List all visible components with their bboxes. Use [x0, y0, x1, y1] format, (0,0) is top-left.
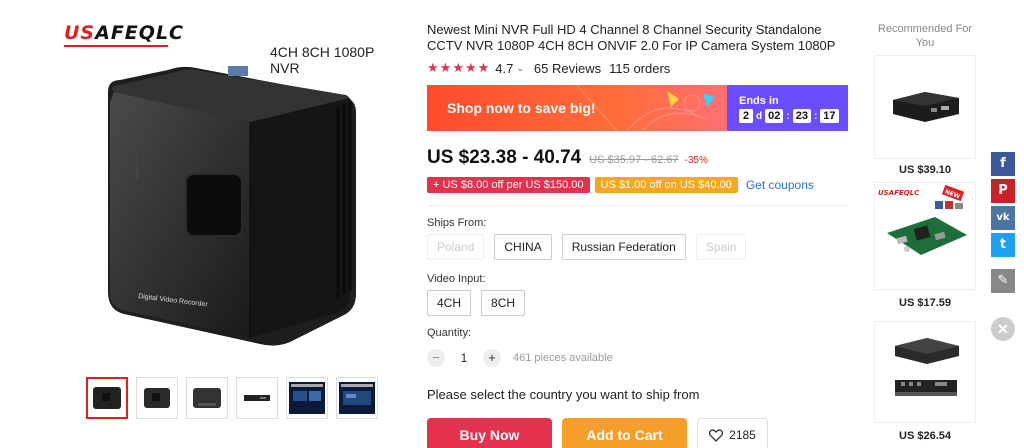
- buy-now-button[interactable]: Buy Now: [427, 418, 552, 448]
- thumbnail[interactable]: [336, 377, 378, 419]
- video-input-options: 4CH 8CH: [427, 290, 526, 316]
- recommended-panel: Recommended For You US $39.10 USAFEQLC N…: [868, 0, 982, 448]
- ships-from-options: Poland CHINA Russian Federation Spain: [427, 234, 747, 260]
- option-8ch[interactable]: 8CH: [481, 290, 526, 316]
- facebook-icon[interactable]: f: [991, 152, 1015, 176]
- recommended-item[interactable]: [874, 321, 976, 423]
- quantity-input[interactable]: 1: [453, 351, 475, 365]
- edit-icon[interactable]: ✎: [991, 269, 1015, 293]
- recommended-image: USAFEQLC NEW: [878, 184, 967, 255]
- ships-from-label: Ships From:: [427, 217, 487, 229]
- quantity-label: Quantity:: [427, 327, 472, 339]
- add-to-cart-button[interactable]: Add to Cart: [562, 418, 687, 448]
- promo-banner[interactable]: Shop now to save big! Ends in 2 d 02 : 2…: [427, 85, 848, 131]
- original-price: US $35.97 - 62.67: [589, 154, 679, 166]
- option-spain[interactable]: Spain: [695, 234, 747, 260]
- recommended-item[interactable]: USAFEQLC NEW: [874, 182, 976, 290]
- timer-hours: 02: [765, 109, 784, 123]
- thumbnail[interactable]: [136, 377, 178, 419]
- current-price: US $23.38 - 40.74: [427, 147, 582, 168]
- option-poland[interactable]: Poland: [427, 234, 485, 260]
- shipping-note: Please select the country you want to sh…: [427, 387, 700, 402]
- timer-days-unit: d: [756, 110, 763, 122]
- heart-icon: [709, 428, 724, 442]
- orders-count: 115 orders: [609, 60, 671, 76]
- product-info: Newest Mini NVR Full HD 4 Channel 8 Chan…: [427, 0, 852, 448]
- timer-days: 2: [739, 109, 753, 123]
- chevron-down-icon[interactable]: ⌄: [516, 63, 524, 74]
- divider: [427, 205, 848, 206]
- timer-seconds: 17: [820, 109, 839, 123]
- rating-stars[interactable]: ★ ★ ★ ★ ★: [427, 60, 489, 76]
- video-input-label: Video Input:: [427, 273, 486, 285]
- recommended-title: Recommended For You: [877, 23, 973, 49]
- recommended-price[interactable]: US $39.10: [868, 164, 982, 176]
- star-icon: ★: [464, 60, 477, 75]
- vk-icon[interactable]: vk: [991, 206, 1015, 230]
- thumbnail[interactable]: [286, 377, 328, 419]
- recommended-image: [893, 92, 959, 122]
- pinterest-icon[interactable]: P: [991, 179, 1015, 203]
- twitter-icon[interactable]: t: [991, 233, 1015, 257]
- recommended-item[interactable]: [874, 55, 976, 159]
- star-icon: ★: [439, 60, 452, 75]
- timer-minutes: 23: [792, 109, 811, 123]
- product-title: Newest Mini NVR Full HD 4 Channel 8 Chan…: [427, 22, 836, 53]
- star-icon: ★: [477, 60, 490, 75]
- recommended-logo: USAFEQLC: [878, 189, 920, 197]
- thumbnail[interactable]: [236, 377, 278, 419]
- thumbnail[interactable]: [86, 377, 128, 419]
- star-icon: ★: [452, 60, 464, 75]
- brand-logo[interactable]: USAFEQLC: [64, 22, 184, 44]
- main-product-image[interactable]: Digital Video Recorder: [100, 62, 370, 352]
- timer-separator: :: [786, 110, 790, 122]
- coupon-row: + US $8.00 off per US $150.00 US $1.00 o…: [427, 177, 814, 193]
- option-russian-federation[interactable]: Russian Federation: [561, 234, 686, 260]
- wishlist-button[interactable]: 2185: [697, 418, 768, 448]
- price-row: US $23.38 - 40.74 US $35.97 - 62.67 -35%: [427, 147, 708, 169]
- star-icon: ★: [427, 60, 439, 75]
- countdown-timer: Ends in 2 d 02 : 23 : 17: [727, 85, 848, 131]
- quantity-decrease-button[interactable]: −: [427, 349, 445, 367]
- coupon-badge[interactable]: US $1.00 off on US $40.00: [594, 177, 738, 193]
- rating-value[interactable]: 4.7: [495, 61, 513, 76]
- timer-separator: :: [813, 110, 818, 122]
- recommended-price[interactable]: US $17.59: [868, 297, 982, 309]
- get-coupons-link[interactable]: Get coupons: [746, 178, 814, 192]
- timer-values: 2 d 02 : 23 : 17: [739, 109, 839, 123]
- thumbnail-strip: [86, 377, 378, 419]
- brand-underline: [64, 45, 168, 47]
- discount-badge: -35%: [684, 155, 708, 166]
- recommended-image: [895, 338, 959, 396]
- option-4ch[interactable]: 4CH: [427, 290, 472, 316]
- thumbnail[interactable]: [186, 377, 228, 419]
- wishlist-count: 2185: [729, 428, 756, 442]
- recommended-price[interactable]: US $26.54: [868, 430, 982, 442]
- social-share-bar: f P vk t ✎: [991, 152, 1015, 293]
- rating-row: ★ ★ ★ ★ ★ 4.7 ⌄ 65 Reviews 115 orders: [427, 60, 670, 76]
- banner-text: Shop now to save big!: [447, 100, 596, 116]
- coupon-badge[interactable]: + US $8.00 off per US $150.00: [427, 177, 590, 193]
- coupon-text: US $8.00 off per US $150.00: [442, 179, 584, 191]
- product-gallery: USAFEQLC 4CH 8CH 1080P NVR Digital Video…: [60, 0, 400, 448]
- close-icon[interactable]: ✕: [991, 317, 1015, 341]
- available-stock: 461 pieces available: [513, 352, 613, 364]
- option-china[interactable]: CHINA: [494, 234, 552, 260]
- quantity-increase-button[interactable]: +: [483, 349, 501, 367]
- action-buttons: Buy Now Add to Cart 2185: [427, 418, 768, 448]
- reviews-link[interactable]: 65 Reviews: [534, 61, 601, 76]
- quantity-stepper: − 1 + 461 pieces available: [427, 349, 613, 367]
- timer-label: Ends in: [739, 95, 779, 107]
